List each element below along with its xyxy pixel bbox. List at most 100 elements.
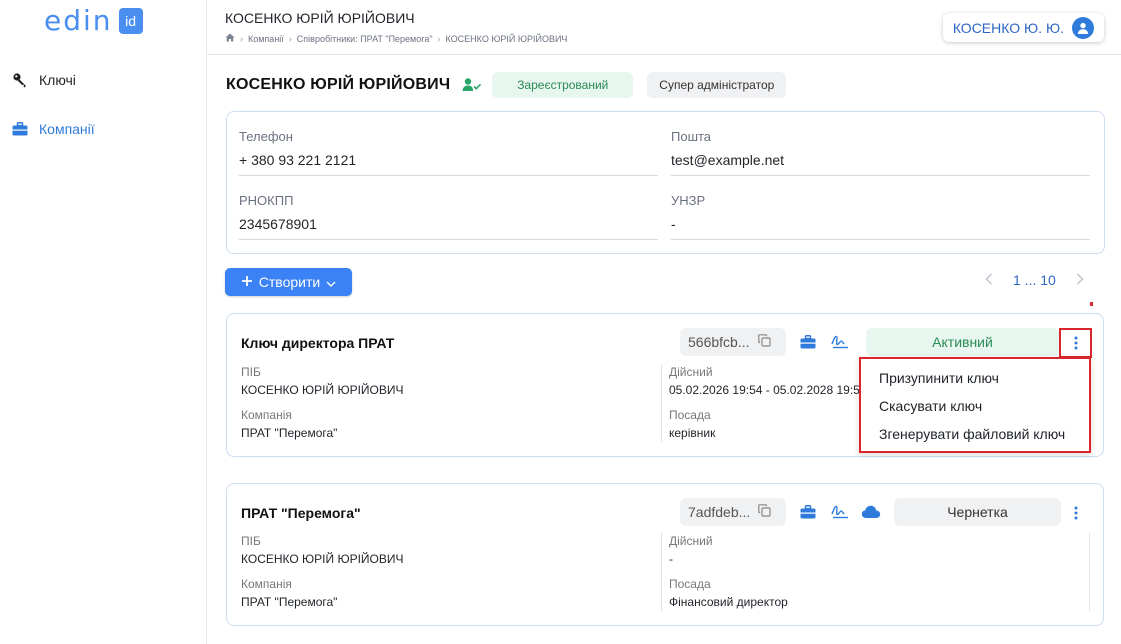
profile-info-card: Телефон + 380 93 221 2121 Пошта test@exa…: [226, 111, 1105, 254]
logo[interactable]: edin id: [44, 6, 143, 36]
create-button[interactable]: Створити: [225, 268, 352, 296]
field-label: Посада: [669, 577, 711, 591]
email-field: Пошта test@example.net: [671, 129, 1090, 176]
field-label: Дійсний: [669, 365, 713, 379]
key-id: 566bfcb...: [680, 328, 786, 356]
role-badge: Супер адміністратор: [647, 72, 787, 98]
copy-icon[interactable]: [758, 504, 771, 520]
kebab-icon: [1074, 336, 1077, 350]
valid-value: -: [669, 552, 673, 566]
pib-value: КОСЕНКО ЮРІЙ ЮРІЙОВИЧ: [241, 383, 404, 397]
signature-icon[interactable]: [831, 334, 849, 350]
field-label: ПІБ: [241, 365, 261, 379]
briefcase-icon: [12, 121, 28, 137]
pib-field: ПІБ КОСЕНКО ЮРІЙ ЮРІЙОВИЧ: [241, 534, 404, 566]
header-title: КОСЕНКО ЮРІЙ ЮРІЙОВИЧ: [225, 10, 415, 26]
valid-field: Дійсний 05.02.2026 19:54 - 05.02.2028 19…: [669, 365, 859, 397]
profile-header: КОСЕНКО ЮРІЙ ЮРІЙОВИЧ Зареєстрований Суп…: [226, 72, 787, 98]
page-range[interactable]: 1 ... 10: [1013, 272, 1056, 288]
rnokpp-field: РНОКПП 2345678901: [239, 193, 658, 240]
position-field: Посада керівник: [669, 408, 715, 440]
create-label: Створити: [258, 274, 321, 290]
column-divider: [661, 364, 662, 442]
unzr-value[interactable]: -: [671, 216, 1090, 240]
menu-item-generate-file-key[interactable]: Згенерувати файловий ключ: [879, 426, 1065, 442]
key-name: ПРАТ "Перемога": [241, 505, 361, 521]
sidebar-item-companies[interactable]: Компанії: [12, 121, 95, 137]
company-value: ПРАТ "Перемога": [241, 426, 338, 440]
more-options-button[interactable]: [1059, 498, 1092, 528]
field-label: УНЗР: [671, 193, 706, 208]
position-value: керівник: [669, 426, 716, 440]
company-field: Компанія ПРАТ "Перемога": [241, 577, 337, 609]
breadcrumb-item[interactable]: Компанії: [248, 34, 284, 44]
column-divider: [661, 533, 662, 611]
pib-field: ПІБ КОСЕНКО ЮРІЙ ЮРІЙОВИЧ: [241, 365, 404, 397]
field-label: РНОКПП: [239, 193, 294, 208]
status-badge: Чернетка: [894, 498, 1061, 526]
field-label: Компанія: [241, 577, 292, 591]
rnokpp-value[interactable]: 2345678901: [239, 216, 658, 240]
copy-icon[interactable]: [757, 334, 771, 350]
column-divider: [1089, 533, 1090, 611]
company-value: ПРАТ "Перемога": [241, 595, 338, 609]
plus-icon: [241, 274, 253, 290]
unzr-field: УНЗР -: [671, 193, 1090, 240]
menu-item-suspend-key[interactable]: Призупинити ключ: [879, 370, 999, 386]
valid-field: Дійсний -: [669, 534, 713, 566]
field-label: Пошта: [671, 129, 712, 144]
key-name: Ключ директора ПРАТ: [241, 335, 395, 351]
next-page-icon[interactable]: [1076, 272, 1084, 288]
sidebar-item-label: Ключі: [39, 72, 76, 88]
position-value: Фінансовий директор: [669, 595, 788, 609]
field-label: Дійсний: [669, 534, 713, 548]
breadcrumb: › Компанії › Співробітники: ПРАТ "Перемо…: [225, 33, 567, 44]
sidebar-item-keys[interactable]: Ключі: [12, 72, 76, 88]
pib-value: КОСЕНКО ЮРІЙ ЮРІЙОВИЧ: [241, 552, 404, 566]
logo-text: edin: [44, 4, 113, 37]
key-id-text: 566bfcb...: [688, 334, 750, 350]
key-card: ПРАТ "Перемога" 7adfdeb... Чернетка ПІБ …: [226, 483, 1104, 626]
breadcrumb-separator: ›: [240, 33, 243, 44]
home-icon[interactable]: [225, 33, 235, 44]
avatar-icon: [1072, 16, 1094, 39]
email-value[interactable]: test@example.net: [671, 152, 1090, 176]
user-name: КОСЕНКО Ю. Ю.: [952, 19, 1064, 36]
signature-icon[interactable]: [831, 504, 849, 520]
menu-item-revoke-key[interactable]: Скасувати ключ: [879, 398, 982, 414]
top-bar: КОСЕНКО ЮРІЙ ЮРІЙОВИЧ › Компанії › Співр…: [207, 0, 1121, 55]
field-label: ПІБ: [241, 534, 261, 548]
kebab-icon: [1074, 506, 1077, 520]
prev-page-icon[interactable]: [985, 272, 993, 288]
key-id-text: 7adfdeb...: [688, 504, 751, 520]
breadcrumb-separator: ›: [288, 33, 292, 44]
valid-value: 05.02.2026 19:54 - 05.02.2028 19:54: [669, 383, 859, 397]
user-verified-icon: [462, 75, 482, 95]
phone-value[interactable]: + 380 93 221 2121: [239, 152, 658, 176]
logo-id-badge: id: [118, 8, 143, 34]
pagination: 1 ... 10: [985, 272, 1084, 288]
briefcase-icon[interactable]: [799, 504, 817, 520]
sidebar: edin id Ключі Компанії: [0, 0, 207, 644]
position-field: Посада Фінансовий директор: [669, 577, 788, 609]
page-title: КОСЕНКО ЮРІЙ ЮРІЙОВИЧ: [226, 76, 451, 93]
cloud-icon[interactable]: [861, 504, 881, 520]
chevron-down-icon: [326, 274, 336, 290]
phone-field: Телефон + 380 93 221 2121: [239, 129, 658, 176]
key-actions-menu: Призупинити ключ Скасувати ключ Згенерув…: [859, 357, 1091, 453]
breadcrumb-item-current: КОСЕНКО ЮРІЙ ЮРІЙОВИЧ: [445, 33, 568, 44]
more-options-button[interactable]: [1059, 328, 1092, 358]
field-label: Компанія: [241, 408, 292, 422]
breadcrumb-item[interactable]: Співробітники: ПРАТ "Перемога": [297, 34, 433, 44]
breadcrumb-separator: ›: [437, 33, 441, 44]
status-badge: Зареєстрований: [492, 72, 634, 98]
field-label: Посада: [669, 408, 711, 422]
key-id: 7adfdeb...: [680, 498, 786, 526]
key-icon: [12, 72, 28, 88]
company-field: Компанія ПРАТ "Перемога": [241, 408, 337, 440]
field-label: Телефон: [239, 129, 293, 144]
sidebar-item-label: Компанії: [39, 121, 95, 137]
highlight-marker: [1090, 302, 1093, 306]
briefcase-icon[interactable]: [799, 334, 817, 350]
user-menu-button[interactable]: КОСЕНКО Ю. Ю.: [942, 13, 1104, 42]
